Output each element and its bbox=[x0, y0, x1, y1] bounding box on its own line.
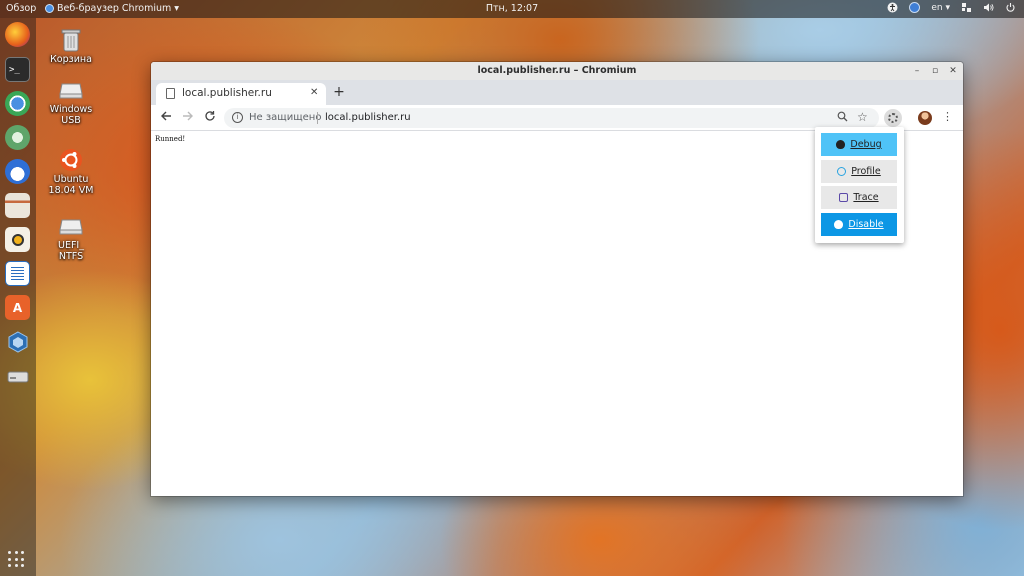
language-selector[interactable]: en ▾ bbox=[931, 2, 950, 13]
url-text[interactable]: local.publisher.ru bbox=[325, 112, 411, 123]
minimize-icon[interactable]: – bbox=[911, 65, 923, 77]
top-bar: Обзор Веб-браузер Chromium ▾ Птн, 12:07 … bbox=[0, 0, 1024, 18]
chromium-icon bbox=[45, 4, 54, 13]
accessibility-icon[interactable] bbox=[887, 2, 898, 13]
virtualbox-icon[interactable] bbox=[5, 329, 30, 354]
show-applications-icon[interactable] bbox=[8, 551, 26, 569]
terminal-icon[interactable]: >_ bbox=[5, 57, 30, 82]
trace-label: Trace bbox=[853, 192, 879, 203]
address-bar[interactable]: i Не защищено local.publisher.ru ☆ bbox=[224, 108, 879, 128]
tab-strip: local.publisher.ru ✕ + bbox=[151, 80, 963, 105]
trash-icon bbox=[58, 28, 84, 52]
bug-icon bbox=[834, 220, 844, 229]
page-icon bbox=[166, 88, 175, 99]
bug-icon bbox=[836, 140, 846, 149]
desktop-icon-trash[interactable]: Корзина bbox=[36, 28, 106, 65]
debug-button[interactable]: Debug bbox=[821, 133, 897, 156]
chromium-icon[interactable] bbox=[5, 91, 30, 116]
tab-close-icon[interactable]: ✕ bbox=[310, 87, 318, 98]
app-menu-label: Веб-браузер Chromium ▾ bbox=[57, 3, 180, 14]
reload-icon[interactable] bbox=[202, 110, 218, 126]
disable-label: Disable bbox=[848, 219, 884, 230]
divider bbox=[317, 112, 318, 124]
bookmark-star-icon[interactable]: ☆ bbox=[857, 110, 868, 124]
chromium-status-icon[interactable] bbox=[909, 2, 921, 13]
forward-icon[interactable] bbox=[180, 110, 196, 126]
window-title: local.publisher.ru – Chromium bbox=[477, 65, 637, 76]
app-menu[interactable]: Веб-браузер Chromium ▾ bbox=[45, 3, 179, 14]
trace-icon bbox=[839, 193, 849, 202]
settings-icon[interactable] bbox=[5, 125, 30, 150]
close-window-icon[interactable]: ✕ bbox=[947, 65, 959, 77]
desktop-icon-ubuntu-vm[interactable]: Ubuntu 18.04 VM bbox=[36, 148, 106, 196]
drive-icon bbox=[58, 214, 84, 238]
system-tray: en ▾ bbox=[887, 2, 1016, 13]
profile-button[interactable]: Profile bbox=[821, 160, 897, 183]
drive-icon bbox=[58, 78, 84, 102]
window-titlebar[interactable]: local.publisher.ru – Chromium – ▫ ✕ bbox=[151, 62, 963, 80]
security-status[interactable]: Не защищено bbox=[249, 112, 321, 123]
desktop-icon-label: Корзина bbox=[50, 54, 92, 65]
desktop-icon-label: UEFI_ NTFS bbox=[58, 240, 84, 262]
info-icon[interactable]: i bbox=[232, 112, 243, 123]
clock-icon bbox=[837, 167, 847, 176]
maximize-icon[interactable]: ▫ bbox=[929, 65, 941, 77]
software-center-icon[interactable]: A bbox=[5, 295, 30, 320]
desktop-icon-windows-usb[interactable]: Windows USB bbox=[36, 78, 106, 126]
gear-icon bbox=[888, 113, 898, 123]
thunderbird-icon[interactable] bbox=[5, 159, 30, 184]
power-icon[interactable] bbox=[1005, 2, 1016, 13]
rhythmbox-icon[interactable] bbox=[5, 227, 30, 252]
more-menu-icon[interactable]: ⋮ bbox=[942, 110, 953, 123]
extension-gear-button[interactable] bbox=[884, 109, 902, 127]
debug-label: Debug bbox=[850, 139, 882, 150]
desktop-icon-label: Ubuntu 18.04 VM bbox=[48, 174, 94, 196]
profile-label: Profile bbox=[851, 166, 881, 177]
network-icon[interactable] bbox=[961, 2, 972, 13]
firefox-icon[interactable] bbox=[5, 22, 30, 47]
drive-icon[interactable] bbox=[5, 363, 30, 388]
trace-button[interactable]: Trace bbox=[821, 186, 897, 209]
tab-title: local.publisher.ru bbox=[182, 87, 272, 99]
dock: >_ A bbox=[0, 18, 36, 576]
avatar[interactable] bbox=[918, 111, 932, 125]
desktop-icon-uefi-ntfs[interactable]: UEFI_ NTFS bbox=[36, 214, 106, 262]
new-tab-button[interactable]: + bbox=[331, 84, 347, 100]
page-text: Runned! bbox=[155, 135, 186, 143]
extension-popup: Debug Profile Trace Disable bbox=[815, 127, 904, 243]
back-icon[interactable] bbox=[158, 110, 174, 126]
tab-local-publisher[interactable]: local.publisher.ru ✕ bbox=[156, 83, 326, 105]
ubuntu-icon bbox=[58, 148, 84, 172]
writer-icon[interactable] bbox=[5, 261, 30, 286]
files-icon[interactable] bbox=[5, 193, 30, 218]
search-icon[interactable] bbox=[837, 111, 848, 125]
volume-icon[interactable] bbox=[983, 2, 994, 13]
desktop-icon-label: Windows USB bbox=[49, 104, 93, 126]
disable-button[interactable]: Disable bbox=[821, 213, 897, 236]
overview-button[interactable]: Обзор bbox=[6, 3, 36, 14]
